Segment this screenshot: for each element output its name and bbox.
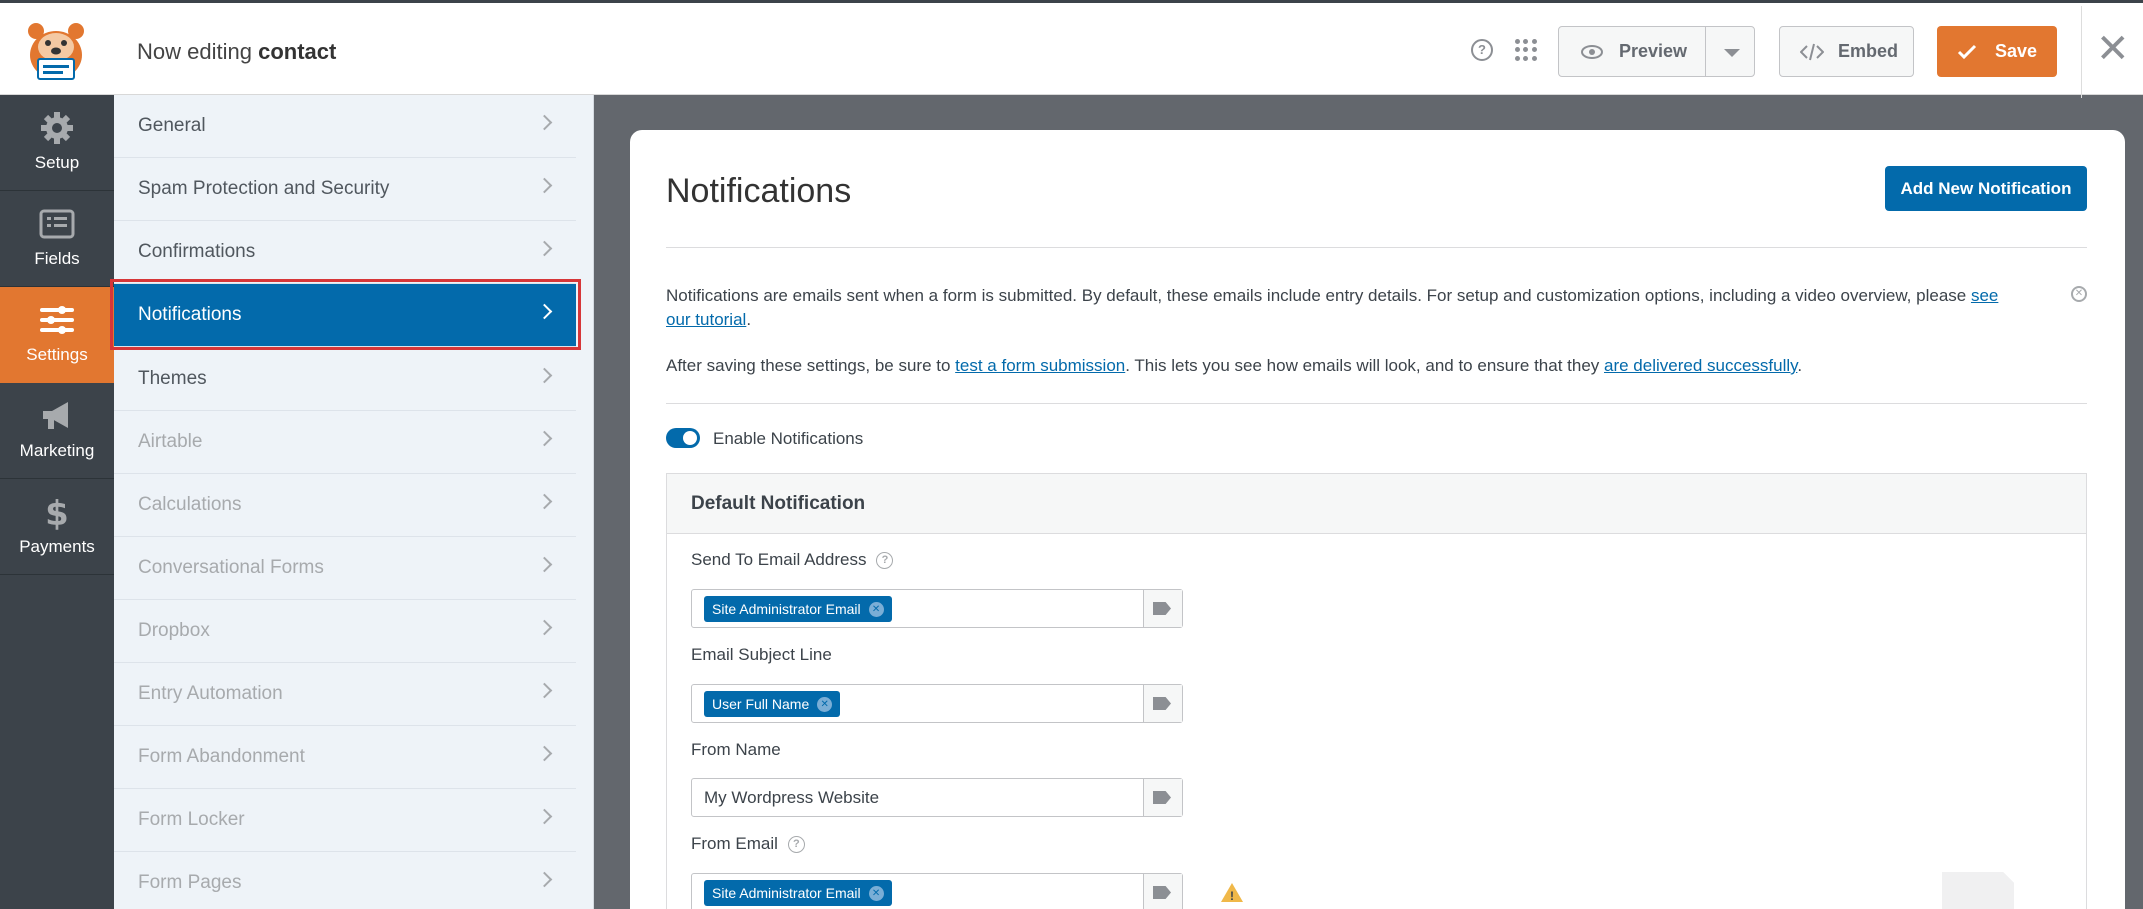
tag-icon	[1153, 791, 1171, 804]
section-title: Notifications	[666, 172, 852, 210]
panel-item-entry-automation[interactable]: Entry Automation	[114, 663, 576, 726]
warning-wrapper: !	[691, 883, 1251, 903]
panel-item-themes[interactable]: Themes	[114, 348, 576, 411]
enable-notifications-toggle[interactable]	[666, 428, 700, 448]
tag-icon	[1153, 602, 1171, 615]
smart-tags-button[interactable]	[1143, 685, 1182, 722]
chevron-right-icon	[536, 493, 553, 510]
nav-marketing-label: Marketing	[19, 441, 95, 460]
save-label: Save	[1995, 41, 2038, 61]
dollar-icon: $	[45, 494, 69, 531]
preview-button[interactable]: Preview	[1558, 26, 1706, 77]
close-icon[interactable]: ✕	[2096, 29, 2130, 69]
nav-payments-label: Payments	[19, 537, 95, 556]
from-email-label: From Email?	[691, 834, 805, 854]
panel-item-form-pages[interactable]: Form Pages	[114, 852, 576, 909]
divider	[2081, 6, 2082, 98]
chevron-right-icon	[536, 367, 553, 384]
panel-item-spam-protection[interactable]: Spam Protection and Security	[114, 158, 576, 221]
checkmark-icon	[1957, 44, 1977, 59]
wpforms-bear-logo	[28, 23, 84, 80]
nav-payments[interactable]: $ Payments	[0, 479, 114, 575]
chevron-right-icon	[536, 808, 553, 825]
eye-icon	[1581, 44, 1603, 59]
nav-settings-label: Settings	[26, 345, 88, 364]
nav-setup-label: Setup	[34, 153, 80, 172]
remove-tag-icon[interactable]: ✕	[868, 601, 884, 617]
save-button[interactable]: Save	[1937, 26, 2057, 77]
default-notification-box: Default Notification Send To Email Addre…	[666, 473, 2087, 909]
dismiss-icon[interactable]: ✕	[2071, 286, 2087, 302]
divider	[666, 247, 2087, 248]
megaphone-icon	[43, 402, 68, 429]
smart-tag-chip: User Full Name ✕	[704, 691, 841, 717]
settings-panel: General Spam Protection and Security Con…	[114, 95, 594, 909]
panel-item-general[interactable]: General	[114, 95, 576, 158]
chevron-right-icon	[536, 682, 553, 699]
from-name-field[interactable]: My Wordpress Website	[691, 778, 1183, 817]
from-name-label: From Name	[691, 740, 781, 759]
nav-setup[interactable]: Setup	[0, 95, 114, 191]
gear-icon	[41, 112, 73, 144]
notice-text: Notifications are emails sent when a for…	[666, 286, 1999, 329]
send-to-email-field[interactable]: Site Administrator Email ✕	[691, 589, 1183, 628]
help-icon[interactable]: ?	[1471, 39, 1493, 61]
document-illustration	[1942, 872, 2014, 909]
selection-highlight	[110, 279, 581, 350]
subject-label: Email Subject Line	[691, 645, 832, 664]
chevron-right-icon	[536, 871, 553, 888]
email-subject-field[interactable]: User Full Name ✕	[691, 684, 1183, 723]
warning-mark: !	[1230, 889, 1234, 903]
panel-item-confirmations[interactable]: Confirmations	[114, 221, 576, 284]
svg-text:$: $	[45, 494, 69, 531]
chevron-right-icon	[536, 619, 553, 636]
tag-icon	[1153, 697, 1171, 710]
panel-item-airtable[interactable]: Airtable	[114, 411, 576, 474]
enable-notifications-label: Enable Notifications	[713, 429, 864, 448]
embed-label: Embed	[1838, 41, 1899, 61]
panel-item-dropbox[interactable]: Dropbox	[114, 600, 576, 663]
preview-label: Preview	[1619, 41, 1688, 61]
sliders-icon	[40, 306, 74, 334]
chevron-right-icon	[536, 556, 553, 573]
panel-item-conversational-forms[interactable]: Conversational Forms	[114, 537, 576, 600]
top-bar: Now editing contact ? Preview Embed Save…	[0, 0, 2143, 98]
chevron-right-icon	[536, 240, 553, 257]
remove-tag-icon[interactable]: ✕	[817, 696, 833, 712]
test-submission-link[interactable]: test a form submission	[955, 356, 1125, 375]
panel-item-calculations[interactable]: Calculations	[114, 474, 576, 537]
page-title: Now editing contact	[137, 39, 337, 64]
chevron-right-icon	[536, 177, 553, 194]
smart-tags-button[interactable]	[1143, 779, 1182, 816]
chevron-right-icon	[536, 745, 553, 762]
notification-box-title[interactable]: Default Notification	[667, 474, 2086, 534]
builder-sidebar: Setup Fields Settings Marketing $ Paymen…	[0, 95, 114, 909]
divider	[666, 403, 2087, 404]
help-icon[interactable]: ?	[876, 551, 894, 569]
from-name-value: My Wordpress Website	[704, 788, 880, 807]
embed-button[interactable]: Embed	[1779, 26, 1914, 77]
panel-item-form-locker[interactable]: Form Locker	[114, 789, 576, 852]
chevron-right-icon	[536, 430, 553, 447]
delivered-successfully-link[interactable]: are delivered successfully	[1604, 356, 1797, 375]
code-icon	[1800, 43, 1824, 60]
notifications-card: Notifications Add New Notification Notif…	[630, 130, 2125, 909]
submission-note: After saving these settings, be sure to …	[666, 356, 1803, 375]
nav-fields-label: Fields	[34, 249, 80, 268]
apps-grid-icon[interactable]	[1515, 39, 1537, 61]
send-to-label: Send To Email Address?	[691, 550, 894, 570]
smart-tag-chip: Site Administrator Email ✕	[704, 596, 892, 622]
form-name: contact	[258, 39, 337, 64]
panel-item-form-abandonment[interactable]: Form Abandonment	[114, 726, 576, 789]
nav-fields[interactable]: Fields	[0, 191, 114, 287]
nav-marketing[interactable]: Marketing	[0, 383, 114, 479]
preview-dropdown-button[interactable]	[1705, 26, 1755, 77]
smart-tags-button[interactable]	[1143, 590, 1182, 627]
list-icon	[39, 209, 75, 239]
nav-settings[interactable]: Settings	[0, 287, 114, 383]
chevron-right-icon	[536, 114, 553, 131]
add-new-notification-button[interactable]: Add New Notification	[1885, 166, 2087, 211]
help-icon[interactable]: ?	[787, 835, 805, 853]
